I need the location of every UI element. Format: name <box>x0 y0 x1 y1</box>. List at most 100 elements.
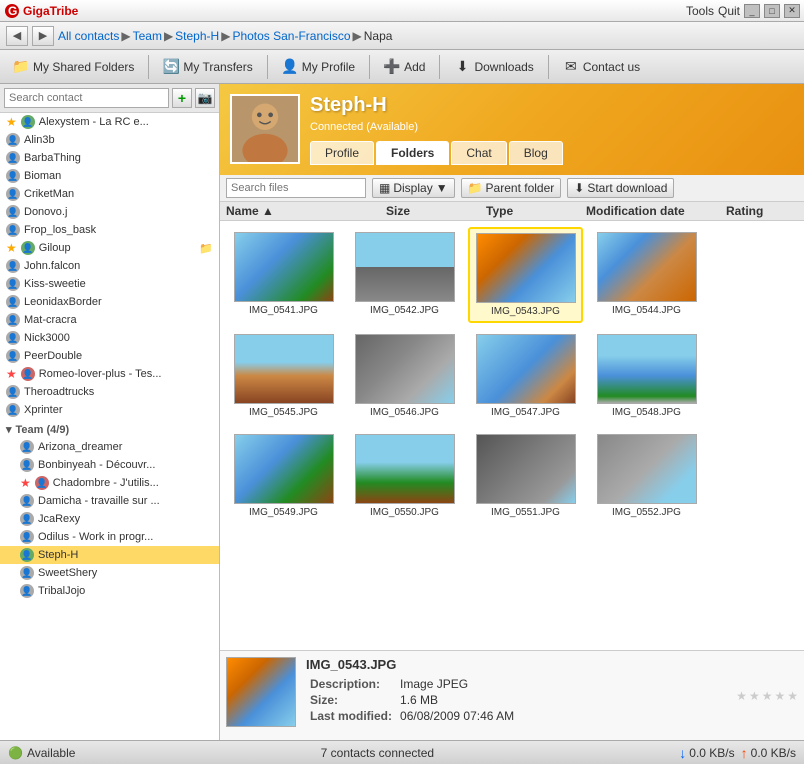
contact-item[interactable]: 👤Mat-cracra <box>0 311 219 329</box>
contact-item[interactable]: 👤Odilus - Work in progr... <box>0 528 219 546</box>
maximize-button[interactable]: □ <box>764 4 780 18</box>
tab-profile[interactable]: Profile <box>310 141 374 165</box>
forward-button[interactable]: ▶ <box>32 26 54 46</box>
contact-item[interactable]: 👤Arizona_dreamer <box>0 438 219 456</box>
search-files-input[interactable] <box>226 178 366 198</box>
file-item[interactable]: IMG_0542.JPG <box>347 227 462 323</box>
file-item[interactable]: IMG_0544.JPG <box>589 227 704 323</box>
toolbar-separator-4 <box>439 55 440 79</box>
contact-name: Steph-H <box>38 549 78 561</box>
contact-icon: ✉ <box>563 59 579 75</box>
search-input[interactable] <box>4 88 169 108</box>
add-button[interactable]: ➕ Add <box>375 55 434 79</box>
start-download-button[interactable]: ⬇ Start download <box>567 178 674 198</box>
contact-item[interactable]: 👤BarbaThing <box>0 149 219 167</box>
breadcrumb-bar: ◀ ▶ All contacts ▶ Team ▶ Steph-H ▶ Phot… <box>0 22 804 50</box>
contact-avatar: 👤 <box>6 223 20 237</box>
camera-button[interactable]: 📷 <box>195 88 215 108</box>
contact-item[interactable]: 👤Kiss-sweetie <box>0 275 219 293</box>
file-item[interactable]: IMG_0546.JPG <box>347 329 462 423</box>
file-item[interactable]: IMG_0545.JPG <box>226 329 341 423</box>
file-item[interactable]: IMG_0541.JPG <box>226 227 341 323</box>
contact-name: Nick3000 <box>24 332 70 344</box>
add-contact-button[interactable]: + <box>172 88 192 108</box>
col-type[interactable]: Type <box>486 204 586 218</box>
contact-us-button[interactable]: ✉ Contact us <box>554 55 649 79</box>
col-mod-date[interactable]: Modification date <box>586 204 726 218</box>
file-item[interactable]: IMG_0543.JPG <box>468 227 583 323</box>
my-profile-button[interactable]: 👤 My Profile <box>273 55 364 79</box>
file-item[interactable]: IMG_0548.JPG <box>589 329 704 423</box>
star-3[interactable]: ★ <box>762 689 773 703</box>
contact-avatar: 👤 <box>6 169 20 183</box>
contact-item[interactable]: 👤Steph-H <box>0 546 219 564</box>
col-name[interactable]: Name ▲ <box>226 204 386 218</box>
download-speed: ↓ 0.0 KB/s <box>679 745 734 761</box>
description-label: Description: <box>306 676 396 692</box>
col-size[interactable]: Size <box>386 204 486 218</box>
contact-item[interactable]: 👤Nick3000 <box>0 329 219 347</box>
contact-item[interactable]: 👤LeonidaxBorder <box>0 293 219 311</box>
breadcrumb-all-contacts[interactable]: All contacts <box>58 29 119 43</box>
contact-item[interactable]: ★👤Chadombre - J'utilis... <box>0 474 219 492</box>
info-rating[interactable]: ★ ★ ★ ★ ★ <box>736 657 798 734</box>
contact-item[interactable]: 👤Bonbinyeah - Découvr... <box>0 456 219 474</box>
avatar <box>230 94 300 164</box>
star-4[interactable]: ★ <box>774 689 785 703</box>
file-item[interactable]: IMG_0547.JPG <box>468 329 583 423</box>
contact-item[interactable]: 👤Xprinter <box>0 401 219 419</box>
contact-item[interactable]: 👤Frop_los_bask <box>0 221 219 239</box>
minimize-button[interactable]: _ <box>744 4 760 18</box>
file-item[interactable]: IMG_0550.JPG <box>347 429 462 523</box>
file-item[interactable]: IMG_0551.JPG <box>468 429 583 523</box>
tab-folders[interactable]: Folders <box>376 141 449 165</box>
contact-item[interactable]: 👤Bioman <box>0 167 219 185</box>
breadcrumb-team[interactable]: Team <box>133 29 162 43</box>
contact-item[interactable]: 👤TribalJojo <box>0 582 219 600</box>
star-1[interactable]: ★ <box>736 689 747 703</box>
downloads-button[interactable]: ⬇ Downloads <box>445 55 542 79</box>
thumbnail-image <box>597 434 697 504</box>
thumbnail-image <box>476 233 576 303</box>
display-button[interactable]: ▦ Display ▼ <box>372 178 455 198</box>
contact-item[interactable]: 👤Damicha - travaille sur ... <box>0 492 219 510</box>
info-size-row: Size: 1.6 MB <box>306 692 518 708</box>
contact-item[interactable]: ★👤Alexystem - La RC e... <box>0 113 219 131</box>
contact-item[interactable]: ★👤Giloup📁 <box>0 239 219 257</box>
contact-item[interactable]: 👤JcaRexy <box>0 510 219 528</box>
contact-item[interactable]: 👤CriketMan <box>0 185 219 203</box>
back-button[interactable]: ◀ <box>6 26 28 46</box>
star-5[interactable]: ★ <box>787 689 798 703</box>
file-item[interactable]: IMG_0549.JPG <box>226 429 341 523</box>
online-icon: 🟢 <box>8 746 23 760</box>
contact-item[interactable]: ▾Team (4/9) <box>0 419 219 438</box>
tools-menu[interactable]: Tools <box>686 4 714 18</box>
my-shared-folders-button[interactable]: 📁 My Shared Folders <box>4 55 143 79</box>
contact-item[interactable]: ★👤Romeo-lover-plus - Tes... <box>0 365 219 383</box>
quit-button[interactable]: Quit <box>718 4 740 18</box>
file-name: IMG_0542.JPG <box>370 305 439 316</box>
close-button[interactable]: ✕ <box>784 4 800 18</box>
contact-item[interactable]: 👤John.falcon <box>0 257 219 275</box>
group-collapse-icon[interactable]: ▾ <box>6 423 12 436</box>
size-label: Size: <box>306 692 396 708</box>
my-transfers-button[interactable]: 🔄 My Transfers <box>154 55 261 79</box>
breadcrumb-current: Napa <box>364 29 393 43</box>
parent-folder-button[interactable]: 📁 Parent folder <box>461 178 562 198</box>
file-item[interactable]: IMG_0552.JPG <box>589 429 704 523</box>
file-name: IMG_0549.JPG <box>249 507 318 518</box>
contact-name: Theroadtrucks <box>24 386 94 398</box>
contact-item[interactable]: 👤Donovo.j <box>0 203 219 221</box>
breadcrumb-steph-h[interactable]: Steph-H <box>175 29 219 43</box>
tab-blog[interactable]: Blog <box>509 141 563 165</box>
col-rating[interactable]: Rating <box>726 204 798 218</box>
tab-chat[interactable]: Chat <box>451 141 506 165</box>
contact-item[interactable]: 👤PeerDouble <box>0 347 219 365</box>
contact-item[interactable]: 👤SweetShery <box>0 564 219 582</box>
star-2[interactable]: ★ <box>749 689 760 703</box>
contact-item[interactable]: 👤Theroadtrucks <box>0 383 219 401</box>
breadcrumb-photos[interactable]: Photos San-Francisco <box>232 29 350 43</box>
contact-avatar: 👤 <box>20 566 34 580</box>
contact-item[interactable]: 👤Alin3b <box>0 131 219 149</box>
add-icon: ➕ <box>384 59 400 75</box>
